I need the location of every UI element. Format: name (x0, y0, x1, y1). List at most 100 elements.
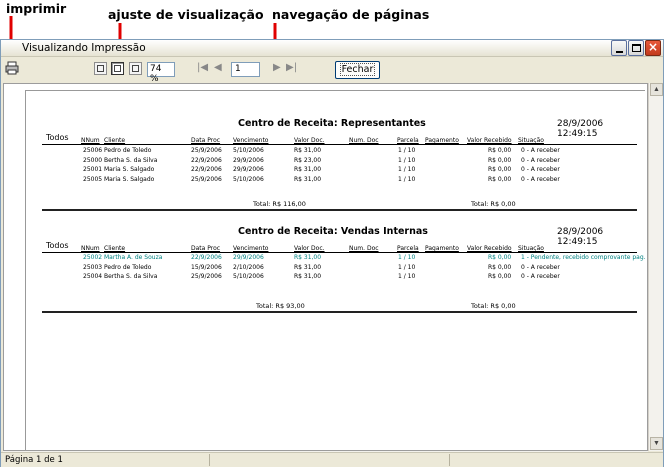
table-cell: R$ 31,00 (294, 166, 322, 173)
column-header: Cliente (104, 137, 126, 144)
table-cell: 22/9/2006 (191, 254, 222, 261)
table-cell: R$ 31,00 (294, 175, 322, 183)
table-cell: 25002 (83, 254, 103, 261)
table-cell: 0 - A receber (521, 273, 560, 280)
table-cell: 22/9/2006 (191, 156, 222, 164)
close-button[interactable]: Fechar (335, 61, 380, 79)
column-header: Data Proc (191, 137, 221, 144)
table-cell: 1 / 10 (398, 254, 416, 261)
divider (42, 311, 637, 313)
title-bar[interactable]: Visualizando Impressão × (1, 40, 663, 57)
table-cell: 1 / 10 (398, 147, 416, 154)
first-page-icon[interactable]: |◀ (197, 62, 208, 73)
preview-window: Visualizando Impressão × 74 % |◀ ◀ 1 ▶ ▶… (0, 39, 664, 467)
divider (42, 144, 637, 145)
page-width-icon (97, 65, 104, 72)
table-cell: 5/10/2006 (233, 273, 264, 280)
table-cell: R$ 31,00 (294, 254, 322, 261)
table-cell: Pedro de Toledo (104, 147, 152, 154)
column-header: Valor Recebido (467, 137, 512, 144)
table-cell: 25000 (83, 156, 103, 164)
maximize-button[interactable] (628, 40, 644, 56)
zoom-page-button[interactable] (111, 62, 124, 75)
column-header: Parcela (397, 245, 419, 252)
preview-viewport[interactable]: Centro de Receita: Representantes 28/9/2… (3, 83, 648, 451)
zoom-multipage-button[interactable] (129, 62, 142, 75)
table-cell: 29/9/2006 (233, 166, 264, 173)
column-header: Num. Doc (349, 245, 379, 252)
minimize-icon (616, 51, 623, 53)
total-doc: Total: R$ 93,00 (256, 302, 305, 310)
divider (42, 209, 637, 211)
annotation-zoom: ajuste de visualização (108, 7, 264, 22)
group-label: Todos (46, 133, 69, 142)
table-cell: 1 / 10 (398, 273, 416, 280)
annotation-nav: navegação de páginas (272, 7, 430, 22)
column-header: Vencimento (233, 137, 269, 144)
whole-page-icon (114, 65, 121, 72)
table-cell: 29/9/2006 (233, 156, 264, 164)
table-cell: 25006 (83, 147, 103, 154)
page-number-input[interactable]: 1 (231, 62, 260, 77)
table-cell: 1 / 10 (398, 156, 416, 164)
section-datetime: 28/9/2006 12:49:15 (557, 227, 604, 247)
last-page-icon[interactable]: ▶| (286, 62, 297, 73)
window-title: Visualizando Impressão (22, 42, 146, 54)
report-page: Centro de Receita: Representantes 28/9/2… (25, 90, 647, 450)
table-cell: 0 - A receber (521, 175, 560, 183)
column-header: Pagamento (425, 137, 459, 144)
section-title: Centro de Receita: Representantes (238, 118, 426, 129)
table-cell: R$ 31,00 (294, 273, 322, 280)
column-header: Num. Doc (349, 137, 379, 144)
table-cell: 29/9/2006 (233, 254, 264, 261)
status-divider (209, 454, 210, 466)
column-header: Situação (518, 245, 544, 252)
close-icon: × (648, 40, 659, 54)
table-cell: Martha A. de Souza (104, 254, 163, 261)
section-datetime: 28/9/2006 12:49:15 (557, 119, 604, 139)
minimize-button[interactable] (611, 40, 627, 56)
table-cell: 25/9/2006 (191, 147, 222, 154)
column-header: Valor Recebido (467, 245, 512, 252)
column-header: Cliente (104, 245, 126, 252)
divider (42, 252, 637, 253)
total-doc: Total: R$ 116,00 (253, 200, 306, 208)
section-title: Centro de Receita: Vendas Internas (238, 226, 428, 237)
table-cell: Maria S. Salgado (104, 175, 155, 183)
vertical-scrollbar[interactable]: ▲ ▼ (648, 83, 663, 451)
table-cell: R$ 23,00 (294, 156, 322, 164)
total-received: Total: R$ 0,00 (471, 200, 516, 208)
next-page-icon[interactable]: ▶ (273, 62, 281, 73)
table-cell: 25004 (83, 273, 103, 280)
column-header: Situação (518, 137, 544, 144)
screenshot-stage: imprimir ajuste de visualização navegaçã… (0, 0, 664, 467)
table-cell: Pedro de Toledo (104, 263, 152, 271)
table-cell: 25/9/2006 (191, 175, 222, 183)
table-cell: 5/10/2006 (233, 147, 264, 154)
table-cell: R$ 31,00 (294, 147, 322, 154)
zoom-width-button[interactable] (94, 62, 107, 75)
column-header: Valor Doc. (294, 245, 325, 252)
prev-page-icon[interactable]: ◀ (214, 62, 222, 73)
table-cell: R$ 0,00 (488, 147, 512, 154)
column-header: NNum (81, 137, 100, 144)
page-info: Página 1 de 1 (5, 455, 63, 465)
column-header: Parcela (397, 137, 419, 144)
scroll-up-icon[interactable]: ▲ (650, 83, 663, 96)
table-cell: 25/9/2006 (191, 273, 222, 280)
status-divider (449, 454, 450, 466)
table-cell: R$ 0,00 (488, 166, 512, 173)
zoom-input[interactable]: 74 % (147, 62, 175, 84)
table-cell: R$ 0,00 (488, 175, 512, 183)
table-cell: R$ 0,00 (488, 254, 512, 261)
table-cell: 1 / 10 (398, 166, 416, 173)
group-label: Todos (46, 241, 69, 250)
column-header: NNum (81, 245, 100, 252)
table-cell: Maria S. Salgado (104, 166, 155, 173)
close-window-button[interactable]: × (645, 40, 661, 56)
printer-icon[interactable] (5, 61, 19, 75)
table-cell: 0 - A receber (521, 263, 560, 271)
toolbar: 74 % |◀ ◀ 1 ▶ ▶| Fechar (1, 58, 663, 84)
column-header: Data Proc (191, 245, 221, 252)
scroll-down-icon[interactable]: ▼ (650, 437, 663, 450)
